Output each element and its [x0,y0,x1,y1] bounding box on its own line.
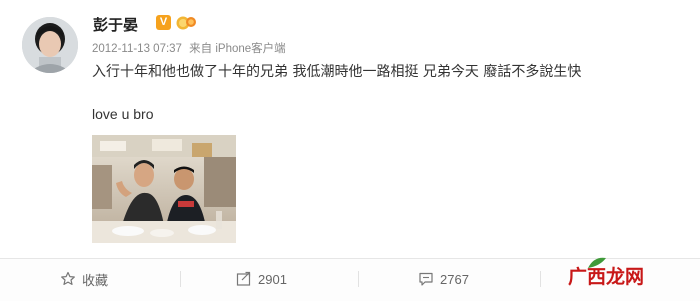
verified-badge-icon: V [156,15,171,30]
avatar[interactable] [22,17,78,73]
username[interactable]: 彭于晏 [93,14,138,35]
divider [540,271,541,287]
post-meta: 2012-11-13 07:37 来自 iPhone客户端 [92,40,286,56]
favorite-label: 收藏 [82,272,109,288]
post-source[interactable]: 来自 iPhone客户端 [189,43,286,55]
medal-icon[interactable] [175,13,197,33]
repost-icon [236,271,251,286]
post-text: 入行十年和他也做了十年的兄弟 我低潮時他一路相挺 兄弟今天 廢話不多說生快 [92,64,582,80]
divider [180,271,181,287]
comment-count: 2767 [440,271,469,287]
post-photo[interactable] [92,135,236,243]
avatar-photo [22,17,78,73]
star-icon [61,271,75,285]
post-text-line2: love u bro [92,106,154,122]
repost-button[interactable]: 2901 [236,269,287,289]
divider [358,271,359,287]
comment-icon [419,272,433,286]
post-timestamp[interactable]: 2012-11-13 07:37 [92,43,182,55]
photo-two-men-dining [92,135,236,243]
favorite-button[interactable]: 收藏 [60,269,108,289]
repost-count: 2901 [258,271,287,287]
comment-button[interactable]: 2767 [418,269,469,289]
watermark-logo: 广西龙网 [568,266,645,288]
